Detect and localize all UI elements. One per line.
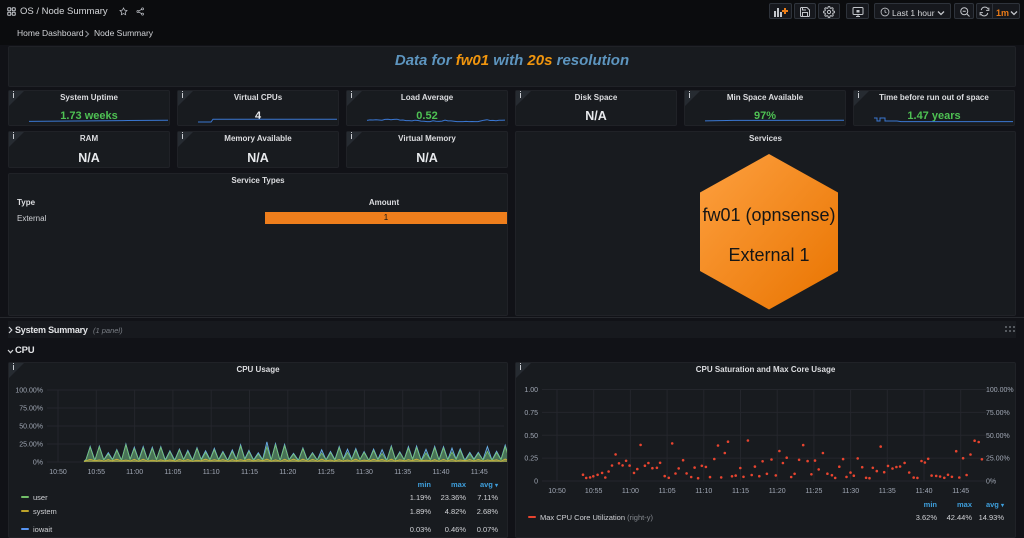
svg-text:11:25: 11:25 (805, 488, 822, 495)
svg-text:11:10: 11:10 (695, 488, 712, 495)
svg-text:10:55: 10:55 (88, 469, 106, 476)
svg-text:0.50: 0.50 (524, 433, 538, 440)
svg-text:1.00: 1.00 (524, 387, 538, 394)
svg-text:50.00%: 50.00% (986, 433, 1010, 440)
svg-text:11:40: 11:40 (916, 488, 933, 495)
svg-text:11:35: 11:35 (879, 488, 896, 495)
svg-text:11:25: 11:25 (318, 469, 335, 476)
svg-text:100.00%: 100.00% (986, 387, 1014, 394)
svg-text:100.00%: 100.00% (15, 388, 43, 395)
svg-text:0%: 0% (986, 479, 996, 486)
svg-text:50.00%: 50.00% (19, 424, 43, 431)
svg-text:25.00%: 25.00% (986, 456, 1010, 463)
svg-text:11:45: 11:45 (471, 469, 488, 476)
svg-text:10:55: 10:55 (585, 488, 603, 495)
svg-text:11:15: 11:15 (241, 469, 258, 476)
svg-text:75.00%: 75.00% (986, 410, 1010, 417)
svg-text:11:10: 11:10 (203, 469, 220, 476)
svg-text:11:00: 11:00 (622, 488, 639, 495)
svg-text:0%: 0% (33, 460, 43, 467)
svg-text:11:35: 11:35 (394, 469, 411, 476)
svg-text:11:05: 11:05 (164, 469, 181, 476)
svg-text:10:50: 10:50 (548, 488, 566, 495)
svg-text:0.75: 0.75 (524, 410, 538, 417)
svg-text:75.00%: 75.00% (19, 406, 43, 413)
svg-text:11:15: 11:15 (732, 488, 749, 495)
svg-text:10:50: 10:50 (49, 469, 67, 476)
svg-text:11:20: 11:20 (279, 469, 296, 476)
svg-text:11:20: 11:20 (769, 488, 786, 495)
svg-text:0: 0 (534, 479, 538, 486)
svg-text:11:30: 11:30 (356, 469, 373, 476)
svg-text:External 1: External 1 (728, 245, 809, 265)
svg-text:25.00%: 25.00% (19, 442, 43, 449)
svg-text:11:40: 11:40 (433, 469, 450, 476)
svg-text:fw01 (opnsense): fw01 (opnsense) (702, 205, 835, 225)
svg-text:11:05: 11:05 (659, 488, 676, 495)
svg-text:11:00: 11:00 (126, 469, 143, 476)
svg-text:0.25: 0.25 (524, 456, 538, 463)
svg-text:11:30: 11:30 (842, 488, 859, 495)
svg-text:11:45: 11:45 (952, 488, 969, 495)
